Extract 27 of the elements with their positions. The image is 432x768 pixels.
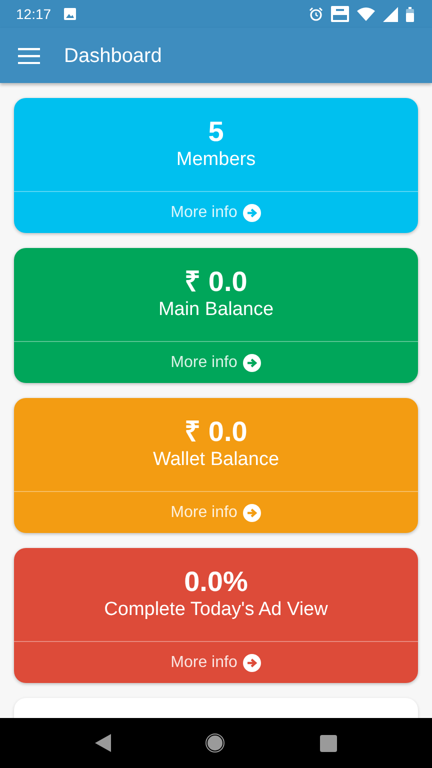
stat-value: 5: [208, 116, 224, 148]
app-title: Dashboard: [64, 44, 162, 68]
battery-icon: [406, 6, 414, 22]
signal-icon: [383, 6, 398, 22]
arrow-circle-icon: [243, 204, 262, 222]
stat-label: Main Balance: [158, 298, 274, 322]
wifi-icon: [357, 7, 375, 21]
image-icon: [63, 7, 78, 21]
stat-label: Complete Today's Ad View: [104, 598, 328, 622]
recents-button[interactable]: [320, 734, 337, 752]
stat-value: 0.0%: [184, 566, 248, 598]
more-info-link[interactable]: More info: [166, 498, 266, 526]
stat-label: Wallet Balance: [152, 448, 280, 472]
arrow-circle-icon: [243, 504, 262, 522]
arrow-circle-icon: [243, 354, 262, 372]
back-button[interactable]: [95, 734, 112, 752]
stat-value: ₹ 0.0: [184, 416, 248, 448]
menu-button[interactable]: [18, 48, 40, 64]
more-info-link[interactable]: More info: [166, 348, 266, 376]
more-info-link[interactable]: More info: [166, 648, 266, 676]
stat-label: Members: [176, 148, 256, 172]
more-info-link[interactable]: More info: [166, 198, 266, 226]
stat-value: ₹ 0.0: [184, 266, 248, 298]
home-button[interactable]: [205, 733, 226, 753]
arrow-circle-icon: [243, 654, 262, 672]
alarm-icon: [309, 7, 323, 21]
status-time: 12:17: [16, 4, 52, 24]
